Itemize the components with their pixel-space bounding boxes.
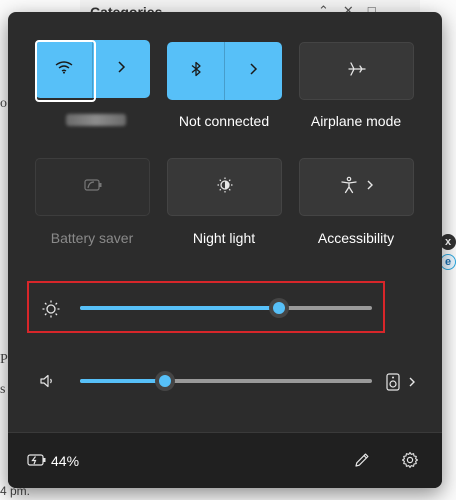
airplane-mode-tile[interactable] — [299, 42, 414, 100]
chevron-right-icon — [116, 60, 126, 79]
audio-output-device-icon[interactable] — [385, 372, 401, 392]
airplane-mode-label: Airplane mode — [310, 113, 402, 129]
chevron-right-icon — [248, 62, 258, 81]
bluetooth-tile[interactable] — [167, 42, 282, 100]
accessibility-tile[interactable] — [299, 158, 414, 216]
bluetooth-toggle[interactable] — [167, 42, 224, 100]
edit-pencil-icon[interactable] — [351, 449, 373, 471]
wifi-expand-button[interactable] — [93, 40, 150, 98]
accessibility-label: Accessibility — [317, 230, 395, 246]
settings-gear-icon[interactable] — [399, 449, 421, 471]
accessibility-icon — [340, 176, 358, 199]
volume-slider-thumb[interactable] — [155, 371, 175, 391]
brightness-slider[interactable] — [80, 298, 372, 318]
bluetooth-expand-button[interactable] — [225, 42, 282, 100]
volume-slider[interactable] — [80, 371, 372, 391]
brightness-icon — [40, 298, 62, 320]
battery-saver-tile[interactable] — [35, 158, 150, 216]
quick-settings-footer: 44% — [8, 432, 442, 488]
volume-slider-fill — [80, 379, 165, 383]
background-close-badge: x — [440, 234, 456, 250]
chevron-right-icon — [366, 178, 374, 196]
background-text-fragment: o — [0, 96, 7, 111]
chevron-right-icon[interactable] — [406, 374, 418, 390]
battery-saver-label: Battery saver — [50, 230, 134, 246]
battery-saver-icon — [83, 178, 102, 196]
brightness-slider-fill — [80, 306, 279, 310]
airplane-icon — [347, 61, 366, 82]
quick-settings-panel: Not connected Airplane mode Battery save… — [8, 12, 442, 488]
bluetooth-label: Not connected — [178, 113, 270, 129]
battery-percentage: 44% — [51, 453, 80, 469]
speaker-icon[interactable] — [38, 372, 56, 390]
background-text-fragment: s — [0, 382, 6, 397]
bluetooth-icon — [190, 61, 202, 82]
wifi-focus-ring — [35, 40, 96, 102]
night-light-tile[interactable] — [167, 158, 282, 216]
background-app-badge: e — [440, 254, 456, 270]
brightness-slider-thumb[interactable] — [269, 298, 289, 318]
night-light-icon — [216, 176, 234, 199]
background-text-fragment: P — [0, 352, 8, 367]
night-light-label: Night light — [192, 230, 256, 246]
wifi-network-name-redacted — [66, 114, 126, 126]
battery-charging-icon[interactable] — [26, 451, 48, 469]
